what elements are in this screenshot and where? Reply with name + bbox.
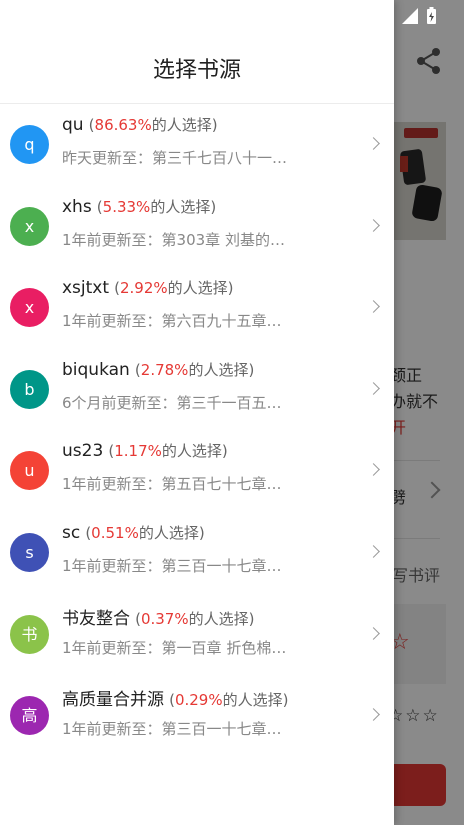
source-percent: 0.51% [91,524,139,542]
source-name: xhs [62,196,92,217]
source-percent: 1.17% [114,442,162,461]
source-share-close: ) [211,116,218,134]
source-title-line: 书友整合 (0.37%的人选择) [62,604,254,629]
source-avatar: b [10,369,49,409]
source-selection-drawer: 选择书源 q qu (86.63%的人选择) 昨天更新至：第三千七百八十一… x… [0,0,394,825]
source-share-close: ) [282,691,289,710]
source-title-line: xsjtxt (2.92%的人选择) [62,277,234,298]
chevron-right-icon [367,463,380,477]
source-percent: 0.29% [174,691,223,710]
chevron-right-icon [367,137,380,150]
source-avatar: x [10,288,49,328]
source-avatar: 高 [10,696,49,736]
chevron-right-icon [367,381,380,395]
source-share-suffix: 的人选择 [161,442,222,461]
status-icons [402,7,436,24]
source-latest-update: 1年前更新至：第303章 刘基的… [62,230,285,249]
source-title-line: biqukan (2.78%的人选择) [62,359,254,380]
source-share-close: ) [227,279,234,298]
source-item[interactable]: 书 书友整合 (0.37%的人选择) 1年前更新至：第一百章 折色棉… [0,594,394,675]
chevron-right-icon [367,545,380,558]
source-name: us23 [62,441,104,462]
source-share-close: ) [198,524,205,542]
source-title-line: qu (86.63%的人选择) [62,114,218,135]
source-avatar: x [10,206,49,246]
source-percent: 2.92% [120,279,168,298]
source-avatar: q [10,125,49,164]
chevron-right-icon [367,218,380,232]
source-share-close: ) [221,442,228,461]
source-latest-update: 6个月前更新至：第三千一百五… [62,393,282,412]
signal-icon [402,8,418,24]
source-name: xsjtxt [62,278,110,299]
source-avatar: 书 [10,614,49,654]
source-title-line: us23 (1.17%的人选择) [62,440,228,461]
source-item[interactable]: 高 高质量合并源 (0.29%的人选择) 1年前更新至：第三百一十七章… [0,675,394,756]
source-share-suffix: 的人选择 [150,197,211,216]
source-name: sc [62,523,81,543]
source-item[interactable]: u us23 (1.17%的人选择) 1年前更新至：第五百七十七章… [0,430,394,511]
source-latest-update: 1年前更新至：第六百九十五章… [62,312,282,331]
source-latest-update: 1年前更新至：第三百一十七章… [62,557,282,575]
chevron-right-icon [367,626,380,640]
drawer-title: 选择书源 [152,58,241,83]
source-name: qu [62,115,84,135]
source-item[interactable]: q qu (86.63%的人选择) 昨天更新至：第三千七百八十一… [0,104,394,185]
source-title-line: sc (0.51%的人选择) [62,522,205,543]
source-avatar: s [10,533,49,572]
source-share-suffix: 的人选择 [138,524,199,542]
source-avatar: u [10,451,49,491]
source-name: 高质量合并源 [62,690,164,711]
source-latest-update: 昨天更新至：第三千七百八十一… [62,149,288,167]
source-item[interactable]: x xsjtxt (2.92%的人选择) 1年前更新至：第六百九十五章… [0,267,394,348]
source-share-suffix: 的人选择 [222,691,283,710]
source-share-close: ) [248,609,255,628]
source-title-line: xhs (5.33%的人选择) [62,196,216,217]
source-item[interactable]: s sc (0.51%的人选择) 1年前更新至：第三百一十七章… [0,512,394,593]
source-latest-update: 1年前更新至：第一百章 折色棉… [62,638,287,657]
chevron-right-icon [367,300,380,314]
source-percent: 5.33% [102,197,151,216]
source-name: biqukan [62,359,130,380]
source-latest-update: 1年前更新至：第三百一十七章… [62,720,282,739]
source-title-line: 高质量合并源 (0.29%的人选择) [62,685,288,710]
chevron-right-icon [367,708,380,722]
source-latest-update: 1年前更新至：第五百七十七章… [62,475,282,494]
source-share-suffix: 的人选择 [151,116,212,134]
source-item[interactable]: b biqukan (2.78%的人选择) 6个月前更新至：第三千一百五… [0,349,394,430]
source-share-close: ) [248,360,255,379]
source-share-suffix: 的人选择 [188,360,249,379]
source-percent: 2.78% [140,360,189,379]
source-share-suffix: 的人选择 [188,609,249,628]
source-percent: 0.37% [140,609,189,628]
drawer-header: 选择书源 [0,0,394,104]
source-percent: 86.63% [94,116,152,134]
source-share-suffix: 的人选择 [167,279,228,298]
source-name: 书友整合 [62,608,130,629]
source-share-close: ) [210,197,217,216]
source-item[interactable]: x xhs (5.33%的人选择) 1年前更新至：第303章 刘基的… [0,186,394,267]
